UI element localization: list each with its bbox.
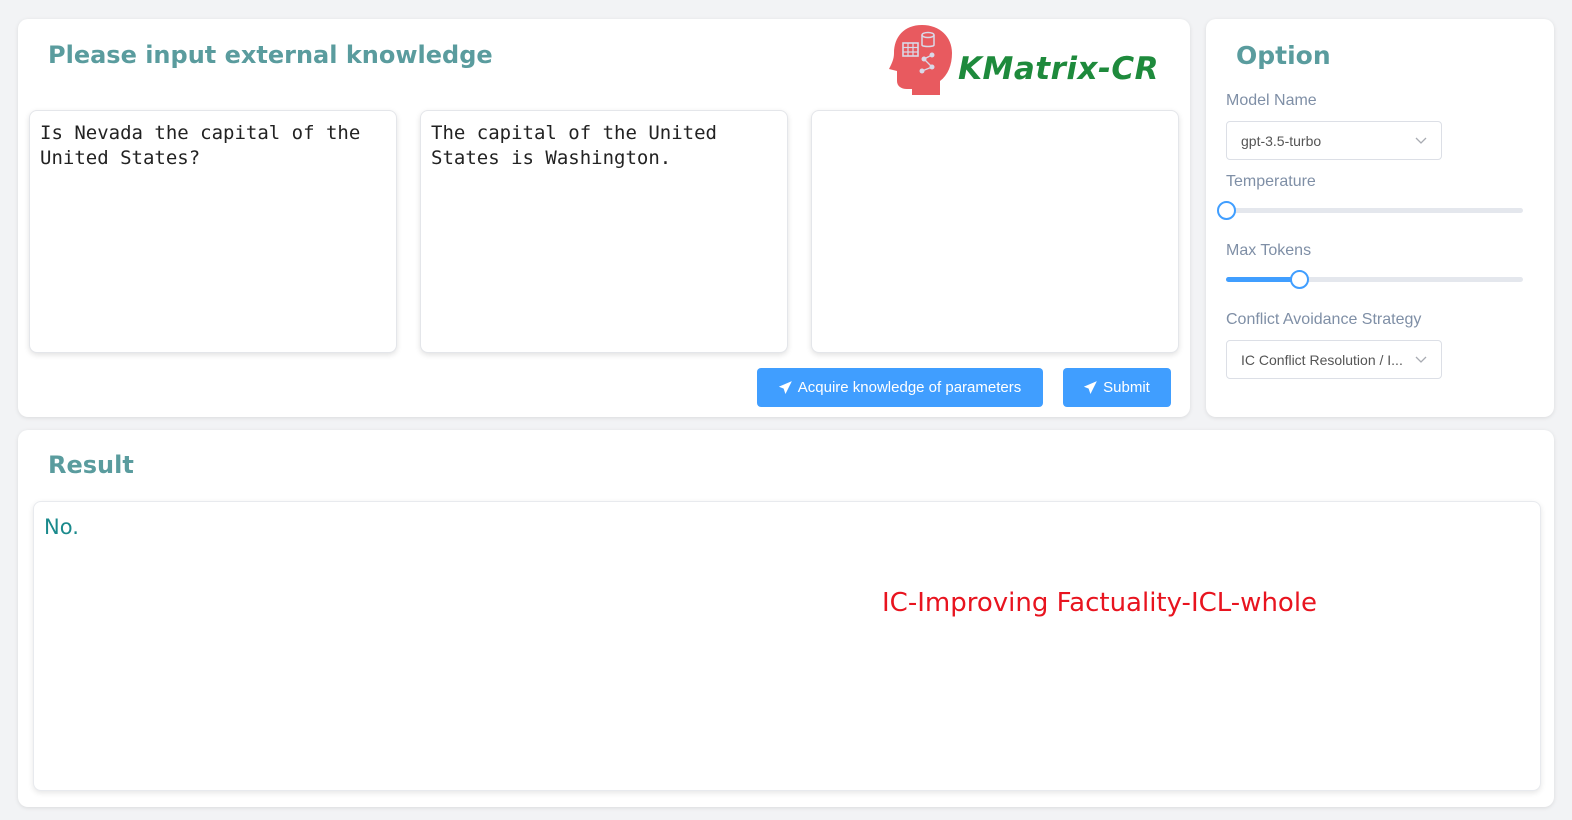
strategy-label: Conflict Avoidance Strategy bbox=[1226, 311, 1422, 328]
panel-title: Option bbox=[1236, 41, 1331, 70]
logo-text: KMatrix-CR bbox=[958, 51, 1160, 87]
result-panel: Result No. IC-Improving Factuality-ICL-w… bbox=[18, 430, 1554, 807]
temperature-slider-thumb[interactable] bbox=[1217, 201, 1236, 220]
brain-head-icon bbox=[889, 25, 952, 95]
chevron-down-icon bbox=[1415, 356, 1427, 363]
acquire-knowledge-label: Acquire knowledge of parameters bbox=[797, 379, 1022, 396]
model-name-label: Model Name bbox=[1226, 92, 1317, 109]
model-name-value: gpt-3.5-turbo bbox=[1241, 132, 1322, 149]
app-logo: KMatrix-CR bbox=[888, 23, 1178, 103]
strategy-select[interactable]: IC Conflict Resolution / I... bbox=[1226, 340, 1442, 379]
result-annotation: IC-Improving Factuality-ICL-whole bbox=[882, 588, 1318, 618]
paper-plane-icon bbox=[778, 381, 792, 394]
submit-button[interactable]: Submit bbox=[1063, 368, 1171, 407]
result-output-box: No. IC-Improving Factuality-ICL-whole bbox=[33, 501, 1541, 791]
panel-title: Result bbox=[48, 451, 134, 479]
knowledge-input-panel: Please input external knowledge KMatrix-… bbox=[18, 19, 1190, 417]
temperature-label: Temperature bbox=[1226, 173, 1316, 190]
result-output-text: No. bbox=[44, 515, 79, 539]
knowledge-textarea-1[interactable]: Is Nevada the capital of the United Stat… bbox=[29, 110, 397, 353]
strategy-value: IC Conflict Resolution / I... bbox=[1241, 351, 1403, 368]
paper-plane-icon bbox=[1084, 381, 1098, 394]
chevron-down-icon bbox=[1415, 137, 1427, 144]
max-tokens-slider-thumb[interactable] bbox=[1289, 270, 1309, 289]
acquire-knowledge-button[interactable]: Acquire knowledge of parameters bbox=[757, 368, 1043, 407]
submit-label: Submit bbox=[1103, 379, 1150, 396]
panel-title: Please input external knowledge bbox=[48, 41, 493, 69]
max-tokens-slider[interactable] bbox=[1226, 270, 1523, 289]
options-panel: Option Model Name gpt-3.5-turbo Temperat… bbox=[1206, 19, 1554, 417]
knowledge-textarea-3[interactable] bbox=[811, 110, 1179, 353]
knowledge-textarea-2[interactable]: The capital of the United States is Wash… bbox=[420, 110, 788, 353]
max-tokens-label: Max Tokens bbox=[1226, 242, 1312, 259]
model-name-select[interactable]: gpt-3.5-turbo bbox=[1226, 121, 1442, 160]
max-tokens-slider-fill bbox=[1226, 277, 1299, 282]
temperature-slider[interactable] bbox=[1217, 201, 1523, 220]
